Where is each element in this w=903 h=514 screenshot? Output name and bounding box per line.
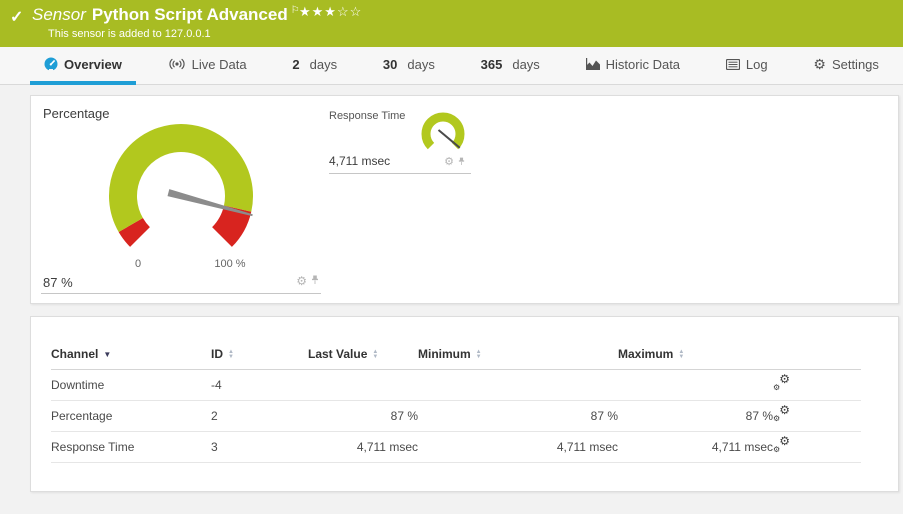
col-label: Channel xyxy=(51,347,99,361)
cell-minimum xyxy=(418,369,618,401)
table-row[interactable]: Response Time 3 4,711 msec 4,711 msec 4,… xyxy=(51,431,861,463)
gauge-title: Percentage xyxy=(43,106,110,121)
channel-settings-icon[interactable]: ⚙ ⚙ xyxy=(773,435,790,454)
tab-label: Overview xyxy=(64,56,122,72)
gauge-settings-icon[interactable]: ⚙ xyxy=(296,275,307,287)
historic-chart-icon xyxy=(585,58,600,70)
col-label: Minimum xyxy=(418,347,471,361)
object-kind-label: Sensor xyxy=(32,5,86,24)
cell-maximum xyxy=(618,369,773,401)
live-data-icon xyxy=(168,58,186,70)
gauge-icon xyxy=(44,57,58,71)
gauge-red-zone-low xyxy=(118,217,151,247)
gauge-settings-icon[interactable]: ⚙ xyxy=(444,156,454,168)
gauge-max-label: 100 % xyxy=(214,258,246,270)
col-header-last-value[interactable]: Last Value ▲ ▼ xyxy=(308,343,418,370)
col-header-minimum[interactable]: Minimum ▲ ▼ xyxy=(418,343,618,370)
tab-label: days xyxy=(407,56,435,72)
tab-label: days xyxy=(512,56,540,72)
tab-number: 365 xyxy=(480,56,503,72)
percentage-gauge xyxy=(109,124,253,247)
cell-maximum: 87 % xyxy=(618,400,773,432)
channel-settings-icon[interactable]: ⚙ ⚙ xyxy=(773,404,790,423)
tab-label: days xyxy=(309,56,338,72)
tab-log[interactable]: Log xyxy=(712,47,782,85)
table-row[interactable]: Percentage 2 87 % 87 % 87 % ⚙ ⚙ xyxy=(51,400,861,432)
col-label: ID xyxy=(211,347,223,361)
gauge-green-zone xyxy=(109,124,253,232)
channels-panel: Channel ▼ ID ▲ ▼ Last Value ▲ ▼ Minimum ▲ ▼ Max… xyxy=(30,316,899,492)
table-header-row: Channel ▼ ID ▲ ▼ Last Value ▲ ▼ Minimum ▲ ▼ Max… xyxy=(51,343,861,370)
sensor-subtitle: This sensor is added to 127.0.0.1 xyxy=(48,28,211,40)
tab-number: 30 xyxy=(382,56,398,72)
tab-label: Settings xyxy=(831,56,879,72)
tab-label: Historic Data xyxy=(605,56,681,72)
tab-settings[interactable]: ⚙ Settings xyxy=(799,47,893,85)
pin-icon[interactable] xyxy=(311,272,319,290)
gauge-red-zone-high xyxy=(211,204,252,247)
sort-desc-icon: ▼ xyxy=(103,350,112,360)
cell-id: 2 xyxy=(211,400,308,432)
tab-number: 2 xyxy=(292,56,300,72)
table-row[interactable]: Downtime -4 ⚙ ⚙ xyxy=(51,369,861,401)
col-header-maximum[interactable]: Maximum ▲ ▼ xyxy=(618,343,773,370)
tab-365-days[interactable]: 365 days xyxy=(467,47,554,85)
col-header-id[interactable]: ID ▲ ▼ xyxy=(211,343,308,370)
col-label: Last Value xyxy=(308,347,368,361)
log-icon xyxy=(725,58,740,70)
cell-last-value xyxy=(308,369,418,401)
cell-minimum: 4,711 msec xyxy=(418,431,618,463)
cell-minimum: 87 % xyxy=(418,400,618,432)
sort-icon: ▲ ▼ xyxy=(372,348,379,360)
cell-id: 3 xyxy=(211,431,308,463)
overview-gauges-panel: Percentage 0 100 % 87 % ⚙ Response Time … xyxy=(30,95,899,304)
tab-bar: Overview Live Data 2 days 30 days 365 da… xyxy=(0,47,903,85)
channels-table: Channel ▼ ID ▲ ▼ Last Value ▲ ▼ Minimum ▲ ▼ Max… xyxy=(51,343,861,463)
sort-icon: ▲ ▼ xyxy=(475,348,482,360)
gear-icon: ⚙ xyxy=(813,56,826,72)
tab-label: Log xyxy=(745,56,768,72)
cell-last-value: 4,711 msec xyxy=(308,431,418,463)
tab-2-days[interactable]: 2 days xyxy=(278,47,351,85)
priority-stars[interactable]: ★★★☆☆ xyxy=(299,4,362,20)
gauge-value: 4,711 msec xyxy=(329,154,391,168)
col-label: Maximum xyxy=(618,347,674,361)
col-header-actions xyxy=(773,343,861,370)
pin-icon[interactable] xyxy=(458,153,465,171)
gauge-title: Response Time xyxy=(329,110,406,122)
channel-settings-icon[interactable]: ⚙ ⚙ xyxy=(773,373,790,392)
tab-30-days[interactable]: 30 days xyxy=(369,47,449,85)
cell-id: -4 xyxy=(211,369,308,401)
col-header-channel[interactable]: Channel ▼ xyxy=(51,343,211,370)
cell-last-value: 87 % xyxy=(308,400,418,432)
status-check-icon: ✓ xyxy=(10,9,24,26)
tab-label: Live Data xyxy=(191,56,247,72)
gauge-green-zone xyxy=(421,112,465,150)
percentage-gauge-widget: Percentage 0 100 % 87 % ⚙ xyxy=(41,104,321,294)
sensor-status-banner: ✓ Sensor Python Script Advanced ⚐ ★★★☆☆ Th… xyxy=(0,0,903,47)
gauge-min-label: 0 xyxy=(134,258,142,270)
stars-filled: ★★★ xyxy=(299,4,337,19)
tab-historic-data[interactable]: Historic Data xyxy=(572,47,694,85)
sort-icon: ▲ ▼ xyxy=(228,348,234,360)
cell-channel[interactable]: Percentage xyxy=(51,400,211,432)
response-time-gauge-widget: Response Time 4,711 msec ⚙ xyxy=(329,108,471,174)
tab-overview[interactable]: Overview xyxy=(30,47,136,85)
sensor-title: Python Script Advanced xyxy=(91,5,288,24)
gauge-value: 87 % xyxy=(43,275,73,290)
cell-channel[interactable]: Response Time xyxy=(51,431,211,463)
sort-icon: ▲ ▼ xyxy=(678,348,685,360)
stars-empty: ☆☆ xyxy=(336,4,363,19)
cell-channel[interactable]: Downtime xyxy=(51,369,211,401)
tab-live-data[interactable]: Live Data xyxy=(154,47,261,85)
cell-maximum: 4,711 msec xyxy=(618,431,773,463)
response-time-gauge xyxy=(421,112,465,150)
